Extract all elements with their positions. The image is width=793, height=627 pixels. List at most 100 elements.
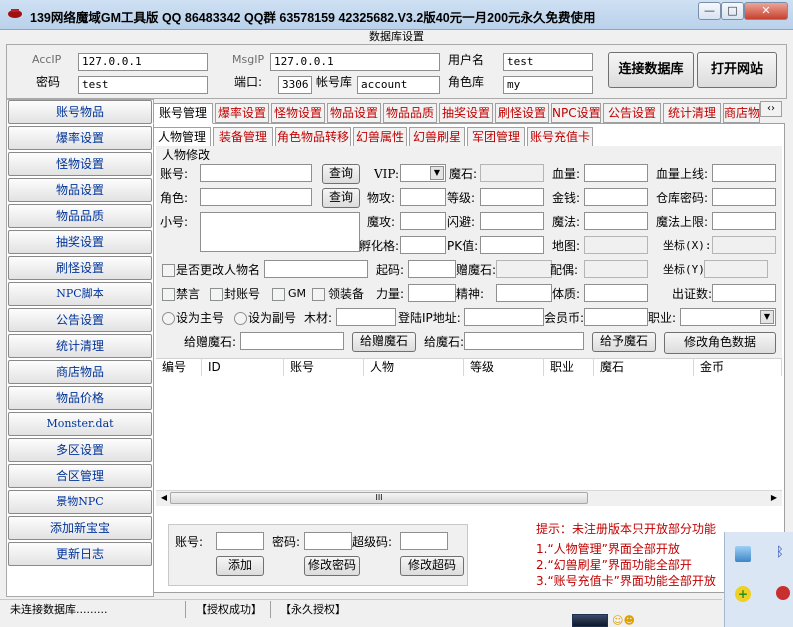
level-input[interactable] [480, 188, 544, 206]
gift-stone2-input[interactable] [240, 332, 344, 350]
modify-password-button[interactable]: 修改密码 [304, 556, 360, 576]
account-db-input[interactable]: account [357, 76, 440, 94]
tab[interactable]: 物品品质 [383, 103, 437, 123]
sidebar-item[interactable]: NPC脚本 [8, 282, 152, 306]
query-role-button[interactable]: 查询 [322, 188, 360, 208]
table-header-cell[interactable]: 人物 [364, 358, 464, 376]
table-header-cell[interactable]: 等级 [464, 358, 544, 376]
change-name-checkbox[interactable] [162, 264, 175, 277]
tab-scroll-arrows[interactable]: ‹› [760, 101, 782, 117]
tab[interactable]: 账号管理 [153, 103, 213, 124]
hp-input[interactable] [584, 164, 648, 182]
table-header-cell[interactable]: 账号 [284, 358, 364, 376]
mana-max-input[interactable] [712, 212, 776, 230]
gm-checkbox[interactable] [272, 288, 285, 301]
subtab[interactable]: 角色物品转移 [275, 127, 351, 147]
alt-textarea[interactable] [200, 212, 360, 252]
set-main-radio[interactable] [162, 312, 175, 325]
sidebar-item[interactable]: 多区设置 [8, 438, 152, 462]
close-button[interactable]: ✕ [744, 2, 788, 20]
magic-atk-input[interactable] [400, 212, 446, 230]
minimize-button[interactable]: — [698, 2, 721, 20]
scroll-left-icon[interactable]: ◀ [158, 492, 170, 504]
tab[interactable]: 怪物设置 [271, 103, 325, 123]
hp-max-input[interactable] [712, 164, 776, 182]
scroll-thumb[interactable]: III [170, 492, 588, 504]
sidebar-item[interactable]: 物品品质 [8, 204, 152, 228]
sidebar-item[interactable]: 账号物品 [8, 100, 152, 124]
spirit-input[interactable] [496, 284, 552, 302]
tab[interactable]: 公告设置 [603, 103, 661, 123]
new-name-input[interactable] [264, 260, 368, 278]
equip-checkbox[interactable] [312, 288, 325, 301]
add-account-input[interactable] [216, 532, 264, 550]
sidebar-item[interactable]: 刷怪设置 [8, 256, 152, 280]
subtab[interactable]: 幻兽属性 [353, 127, 407, 147]
start-code-input[interactable] [408, 260, 456, 278]
sidebar-item[interactable]: Monster.dat [8, 412, 152, 436]
set-sub-radio[interactable] [234, 312, 247, 325]
msg-ip-input[interactable]: 127.0.0.1 [270, 53, 440, 71]
sidebar-item[interactable]: 公告设置 [8, 308, 152, 332]
sidebar-item[interactable]: 物品价格 [8, 386, 152, 410]
table-header-cell[interactable]: 职业 [544, 358, 594, 376]
port-input[interactable]: 3306 [278, 76, 312, 94]
sidebar-item[interactable]: 怪物设置 [8, 152, 152, 176]
modify-role-button[interactable]: 修改角色数据 [664, 332, 776, 354]
chevron-down-icon[interactable]: ▼ [430, 166, 444, 180]
appear-count-input[interactable] [712, 284, 776, 302]
strength-input[interactable] [408, 284, 456, 302]
role-db-input[interactable]: my [503, 76, 593, 94]
connect-db-button[interactable]: 连接数据库 [608, 52, 694, 88]
maximize-button[interactable]: □ [721, 2, 744, 20]
add-password-input[interactable] [304, 532, 352, 550]
acc-ip-input[interactable]: 127.0.0.1 [78, 53, 208, 71]
tab[interactable]: 刷怪设置 [495, 103, 549, 123]
sidebar-item[interactable]: 更新日志 [8, 542, 152, 566]
sidebar-item[interactable]: 商店物品 [8, 360, 152, 384]
modify-super-code-button[interactable]: 修改超码 [400, 556, 464, 576]
table-header-cell[interactable]: 魔石 [594, 358, 694, 376]
tab[interactable]: NPC设置 [551, 103, 601, 123]
bluetooth-icon[interactable]: ᛒ [776, 545, 784, 560]
subtab[interactable]: 军团管理 [467, 127, 525, 147]
chevron-down-icon[interactable]: ▼ [760, 310, 774, 324]
give-stone-input[interactable] [464, 332, 584, 350]
subtab[interactable]: 装备管理 [213, 127, 273, 147]
hatch-input[interactable] [400, 236, 446, 254]
record-icon[interactable] [776, 586, 790, 600]
add-button[interactable]: 添加 [216, 556, 264, 576]
subtab[interactable]: 账号充值卡 [527, 127, 593, 147]
give-stone-button[interactable]: 给予魔石 [592, 332, 656, 352]
scroll-right-icon[interactable]: ▶ [768, 492, 780, 504]
sidebar-item[interactable]: 景物NPC [8, 490, 152, 514]
sidebar-item[interactable]: 抽奖设置 [8, 230, 152, 254]
gift-stone-button[interactable]: 给赠魔石 [352, 332, 416, 352]
tab[interactable]: 抽奖设置 [439, 103, 493, 123]
sidebar-item[interactable]: 统计清理 [8, 334, 152, 358]
gold-input[interactable] [584, 188, 648, 206]
physique-input[interactable] [584, 284, 648, 302]
account-input[interactable] [200, 164, 312, 182]
mana-input[interactable] [584, 212, 648, 230]
password-input[interactable]: test [78, 76, 208, 94]
user-input[interactable]: test [503, 53, 593, 71]
tab[interactable]: 物品设置 [327, 103, 381, 123]
table-header-cell[interactable]: 金币 [694, 358, 782, 376]
phys-atk-input[interactable] [400, 188, 446, 206]
ban-account-checkbox[interactable] [210, 288, 223, 301]
wood-input[interactable] [336, 308, 396, 326]
subtab[interactable]: 人物管理 [153, 127, 211, 148]
tab[interactable]: 商店物品 [723, 103, 760, 123]
sidebar-item[interactable]: 爆率设置 [8, 126, 152, 150]
table-header-cell[interactable]: ID [202, 358, 284, 376]
tab[interactable]: 统计清理 [663, 103, 721, 123]
sidebar-item[interactable]: 物品设置 [8, 178, 152, 202]
dodge-input[interactable] [480, 212, 544, 230]
role-input[interactable] [200, 188, 312, 206]
open-site-button[interactable]: 打开网站 [697, 52, 777, 88]
tab[interactable]: 爆率设置 [215, 103, 269, 123]
sidebar-item[interactable]: 添加新宝宝 [8, 516, 152, 540]
add-icon[interactable]: + [735, 586, 751, 602]
table-header-cell[interactable]: 编号 [156, 358, 202, 376]
